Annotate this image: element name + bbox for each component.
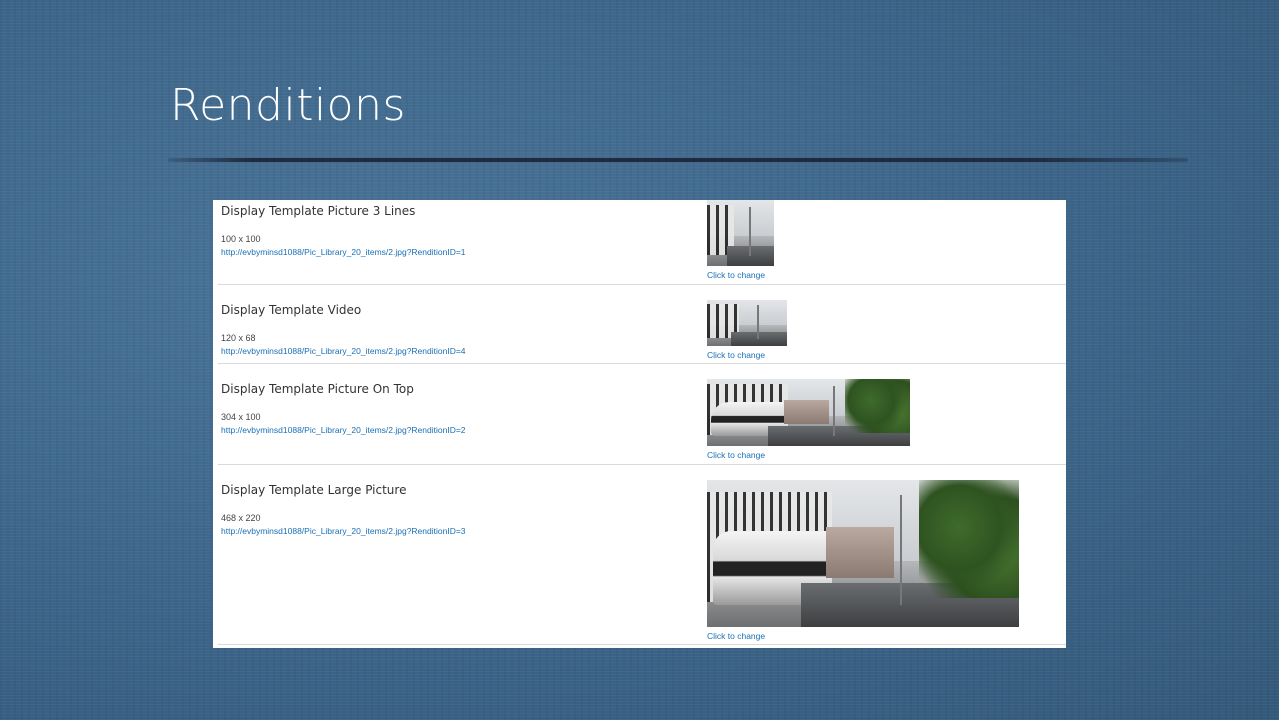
- rendition-url-link[interactable]: http://evbyminsd1088/Pic_Library_20_item…: [221, 526, 466, 536]
- rendition-row: Display Template Large Picture 468 x 220…: [218, 465, 1066, 645]
- rendition-size: 120 x 68: [221, 333, 256, 343]
- rendition-url-link[interactable]: http://evbyminsd1088/Pic_Library_20_item…: [221, 425, 466, 435]
- rendition-thumbnail[interactable]: [707, 300, 787, 346]
- rendition-name: Display Template Large Picture: [221, 483, 407, 497]
- rendition-name: Display Template Picture On Top: [221, 382, 414, 396]
- slide-title: Renditions: [170, 80, 406, 131]
- rendition-name: Display Template Video: [221, 303, 362, 317]
- rendition-thumbnail[interactable]: [707, 379, 910, 446]
- rendition-size: 468 x 220: [221, 513, 261, 523]
- rendition-thumbnail[interactable]: [707, 200, 774, 266]
- click-to-change-link[interactable]: Click to change: [707, 631, 765, 641]
- title-divider: [168, 158, 1188, 162]
- click-to-change-link[interactable]: Click to change: [707, 270, 765, 280]
- rendition-name: Display Template Picture 3 Lines: [221, 204, 416, 218]
- rendition-url-link[interactable]: http://evbyminsd1088/Pic_Library_20_item…: [221, 346, 466, 356]
- rendition-row: Display Template Picture 3 Lines 100 x 1…: [218, 200, 1066, 285]
- click-to-change-link[interactable]: Click to change: [707, 350, 765, 360]
- rendition-size: 304 x 100: [221, 412, 261, 422]
- rendition-size: 100 x 100: [221, 234, 261, 244]
- renditions-panel: Display Template Picture 3 Lines 100 x 1…: [213, 200, 1066, 648]
- rendition-thumbnail[interactable]: [707, 480, 1019, 627]
- rendition-url-link[interactable]: http://evbyminsd1088/Pic_Library_20_item…: [221, 247, 466, 257]
- click-to-change-link[interactable]: Click to change: [707, 450, 765, 460]
- rendition-row: Display Template Video 120 x 68 http://e…: [218, 285, 1066, 364]
- rendition-row: Display Template Picture On Top 304 x 10…: [218, 364, 1066, 465]
